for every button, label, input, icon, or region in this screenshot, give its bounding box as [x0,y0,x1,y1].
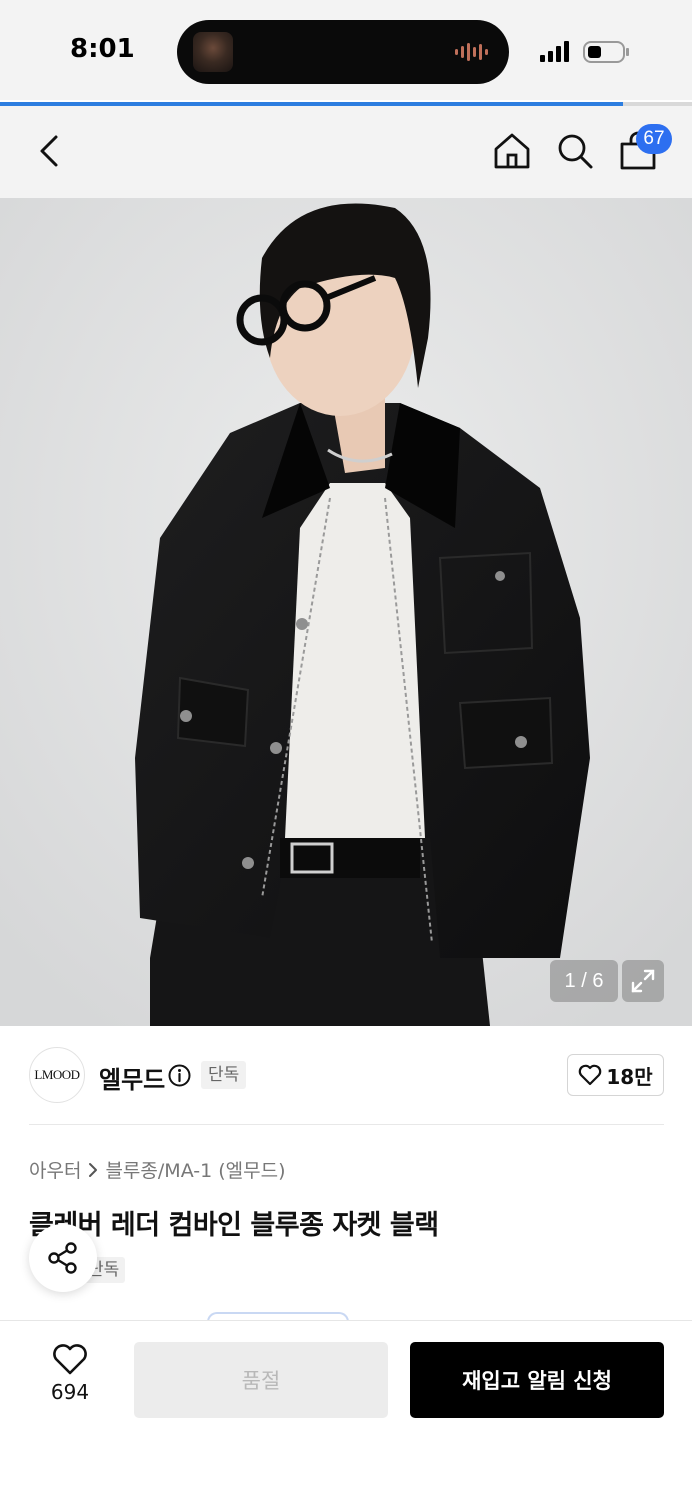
product-title: 클레버 레더 컴바인 블루종 자켓 블랙 [29,1210,439,1241]
soldout-button[interactable]: 품절 [134,1342,388,1418]
now-playing-thumbnail [193,32,233,72]
share-button[interactable] [29,1224,97,1292]
image-counter: 1 / 6 [550,960,618,1002]
brand-logo[interactable]: LMOOD [29,1047,85,1103]
expand-icon [631,969,655,993]
product-image[interactable] [0,198,692,1026]
home-button[interactable] [487,126,537,176]
brand-name[interactable]: 엘무드 [99,1060,165,1095]
audio-waveform-icon [455,43,488,61]
dynamic-island [177,20,509,84]
model-photo [0,198,692,1026]
expand-image-button[interactable] [622,960,664,1002]
breadcrumb-child[interactable]: 블루종/MA-1 (엘무드) [105,1156,285,1183]
brand-like-count: 18만 [606,1064,653,1089]
brand-exclusive-tag: 단독 [201,1061,247,1089]
brand-like-button[interactable]: 18만 [567,1054,664,1096]
wishlist-count: 694 [50,1380,90,1404]
wishlist-button[interactable]: 694 [40,1344,100,1414]
info-icon[interactable] [168,1064,191,1087]
home-icon [494,133,530,169]
chevron-right-icon [89,1162,98,1177]
status-time: 8:01 [70,34,135,64]
signal-battery-icons [540,41,629,63]
search-icon [558,134,593,169]
share-icon [48,1242,77,1274]
breadcrumb: 아우터 블루종/MA-1 (엘무드) [29,1156,286,1183]
status-bar: 8:01 [0,0,692,100]
nav-bar [0,106,692,198]
divider [29,1124,664,1125]
heart-icon [579,1064,602,1086]
restock-alert-button[interactable]: 재입고 알림 신청 [410,1342,664,1418]
breadcrumb-parent[interactable]: 아우터 [29,1156,81,1183]
heart-icon [53,1344,87,1375]
search-button[interactable] [550,126,600,176]
cart-count-badge: 67 [636,124,672,154]
back-button[interactable] [24,126,74,176]
chevron-left-icon [40,135,58,167]
